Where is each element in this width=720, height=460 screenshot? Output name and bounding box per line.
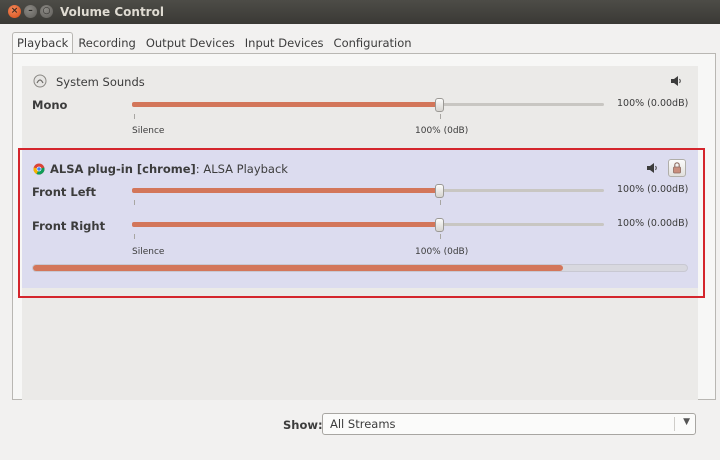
- tab-input-devices[interactable]: Input Devices: [240, 32, 329, 54]
- window-title: Volume Control: [60, 5, 164, 19]
- stream-alsa-chrome[interactable]: ALSA plug-in [chrome]: ALSA Playback Fro…: [22, 148, 698, 288]
- scale-tick: [134, 200, 135, 205]
- scale-silence-label: Silence: [132, 126, 165, 136]
- slider-knob[interactable]: [435, 218, 444, 232]
- stream-name: ALSA plug-in [chrome]: ALSA Playback: [50, 162, 288, 176]
- minimize-window-button[interactable]: –: [24, 5, 37, 18]
- mute-speaker-icon[interactable]: [646, 162, 658, 174]
- maximize-window-button[interactable]: ○: [40, 5, 53, 18]
- tab-bar: Playback Recording Output Devices Input …: [12, 32, 417, 54]
- tab-recording[interactable]: Recording: [73, 32, 141, 54]
- stream-list: System Sounds Mono 100% (0.00dB) Silence…: [22, 66, 698, 400]
- scale-tick: [440, 200, 441, 205]
- scale-tick: [134, 114, 135, 119]
- scale-tick: [440, 234, 441, 239]
- show-selected-value: All Streams: [330, 417, 396, 431]
- volume-slider-front-right[interactable]: [132, 218, 604, 232]
- stream-name: System Sounds: [56, 75, 145, 89]
- channel-label: Front Left: [32, 185, 97, 199]
- scale-silence-label: Silence: [132, 247, 165, 257]
- show-label: Show:: [283, 418, 323, 432]
- slider-knob[interactable]: [435, 184, 444, 198]
- stream-system-sounds: System Sounds Mono 100% (0.00dB) Silence…: [22, 66, 698, 144]
- volume-fill: [132, 188, 440, 193]
- scale-100-label: 100% (0dB): [415, 247, 469, 257]
- lock-icon: [673, 162, 681, 174]
- tab-output-devices[interactable]: Output Devices: [141, 32, 240, 54]
- scale-tick: [440, 114, 441, 119]
- close-window-button[interactable]: ×: [8, 5, 21, 18]
- slider-knob[interactable]: [435, 98, 444, 112]
- tab-playback[interactable]: Playback: [12, 32, 74, 54]
- mute-speaker-icon[interactable]: [670, 75, 682, 87]
- stream-app-name: ALSA plug-in [chrome]: [50, 162, 196, 176]
- tab-configuration[interactable]: Configuration: [329, 32, 417, 54]
- volume-slider-front-left[interactable]: [132, 184, 604, 198]
- show-streams-dropdown[interactable]: All Streams ▼: [322, 413, 696, 435]
- volume-fill: [132, 222, 440, 227]
- title-bar: × – ○ Volume Control: [0, 0, 720, 24]
- channel-label: Front Right: [32, 219, 106, 233]
- volume-fill: [132, 102, 440, 107]
- chrome-icon: [33, 163, 45, 175]
- scale-100-label: 100% (0dB): [415, 126, 469, 136]
- scale-tick: [134, 234, 135, 239]
- peak-level-fill: [33, 265, 563, 271]
- volume-value: 100% (0.00dB): [617, 184, 689, 195]
- volume-slider[interactable]: [132, 98, 604, 112]
- volume-value: 100% (0.00dB): [617, 218, 689, 229]
- stream-playback-name: : ALSA Playback: [195, 162, 288, 176]
- peak-level-meter: [32, 264, 688, 272]
- chevron-down-icon: ▼: [683, 417, 690, 427]
- volume-value: 100% (0.00dB): [617, 98, 689, 109]
- channel-label: Mono: [32, 98, 68, 112]
- lock-channels-button[interactable]: [668, 159, 686, 177]
- sound-notification-icon: [33, 74, 47, 88]
